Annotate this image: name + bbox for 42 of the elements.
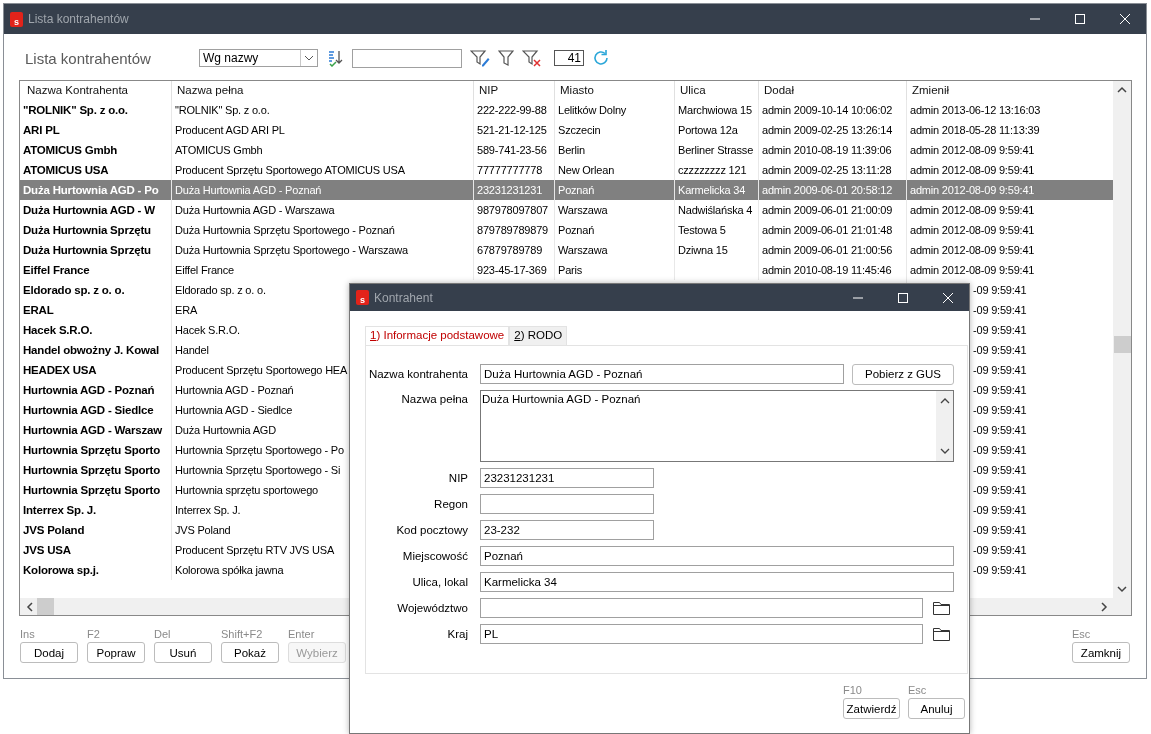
name-cell-text: Kolorowa sp.j.	[22, 563, 100, 578]
field-label: Regon	[433, 497, 468, 512]
name-cell-text: JVS USA	[22, 543, 72, 558]
shortcut-label: Esc	[1072, 628, 1092, 642]
name-cell-text: Hurtownia Sprzętu Sporto	[22, 483, 162, 498]
name-cell-text: Hurtownia Sprzętu Sporto	[22, 463, 162, 478]
name-cell-text: "ROLNIK" Sp. z o.o.	[22, 103, 129, 118]
list-heading: Lista kontrahentów	[25, 49, 152, 67]
shortcut-label: Del	[154, 628, 172, 642]
name-cell-text: Eiffel France	[22, 263, 91, 278]
name-cell-text: Duża Hurtownia AGD - W	[22, 203, 156, 218]
name-cell-text: Hurtownia AGD - Siedlce	[22, 403, 155, 418]
app-logo: s	[10, 11, 23, 27]
name-cell-text: ERAL	[22, 303, 55, 318]
field-label: Nazwa kontrahenta	[367, 367, 468, 382]
name-cell-text: ATOMICUS USA	[22, 163, 110, 178]
window-title: Lista kontrahentów	[28, 12, 129, 26]
shortcut-label: F10	[843, 684, 863, 698]
field-label: Województwo	[396, 601, 468, 616]
shortcut-label: Enter	[288, 628, 316, 642]
name-cell-text: ARI PL	[22, 123, 61, 138]
field-label: Kod pocztowy	[395, 523, 468, 538]
shortcut-label: Esc	[908, 684, 928, 698]
name-cell-text: Handel obwożny J. Kowal	[22, 343, 160, 358]
name-cell-text: Duża Hurtownia Sprzętu	[22, 223, 152, 238]
shortcut-label: Shift+F2	[221, 628, 264, 642]
name-cell-text: Hurtownia AGD - Poznań	[22, 383, 156, 398]
shortcut-label: Ins	[20, 628, 36, 642]
shortcut-label: F2	[87, 628, 101, 642]
name-cell-text: Hacek S.R.O.	[22, 323, 94, 338]
name-cell-text: ATOMICUS Gmbh	[22, 143, 119, 158]
app-logo: s	[356, 290, 369, 305]
name-cell-text: Hurtownia Sprzętu Sporto	[22, 443, 162, 458]
name-cell-text: Interrex Sp. J.	[22, 503, 98, 518]
record-count: 41	[554, 50, 584, 66]
name-cell-text: Hurtownia AGD - Warszaw	[22, 423, 163, 438]
name-cell-text: JVS Poland	[22, 523, 86, 538]
name-cell-text: Duża Hurtownia AGD - Po	[22, 183, 160, 198]
name-cell-text: Duża Hurtownia Sprzętu	[22, 243, 152, 258]
name-cell-text: HEADEX USA	[22, 363, 98, 378]
field-label: Kraj	[446, 627, 468, 642]
name-cell-text: Eldorado sp. z o. o.	[22, 283, 126, 298]
